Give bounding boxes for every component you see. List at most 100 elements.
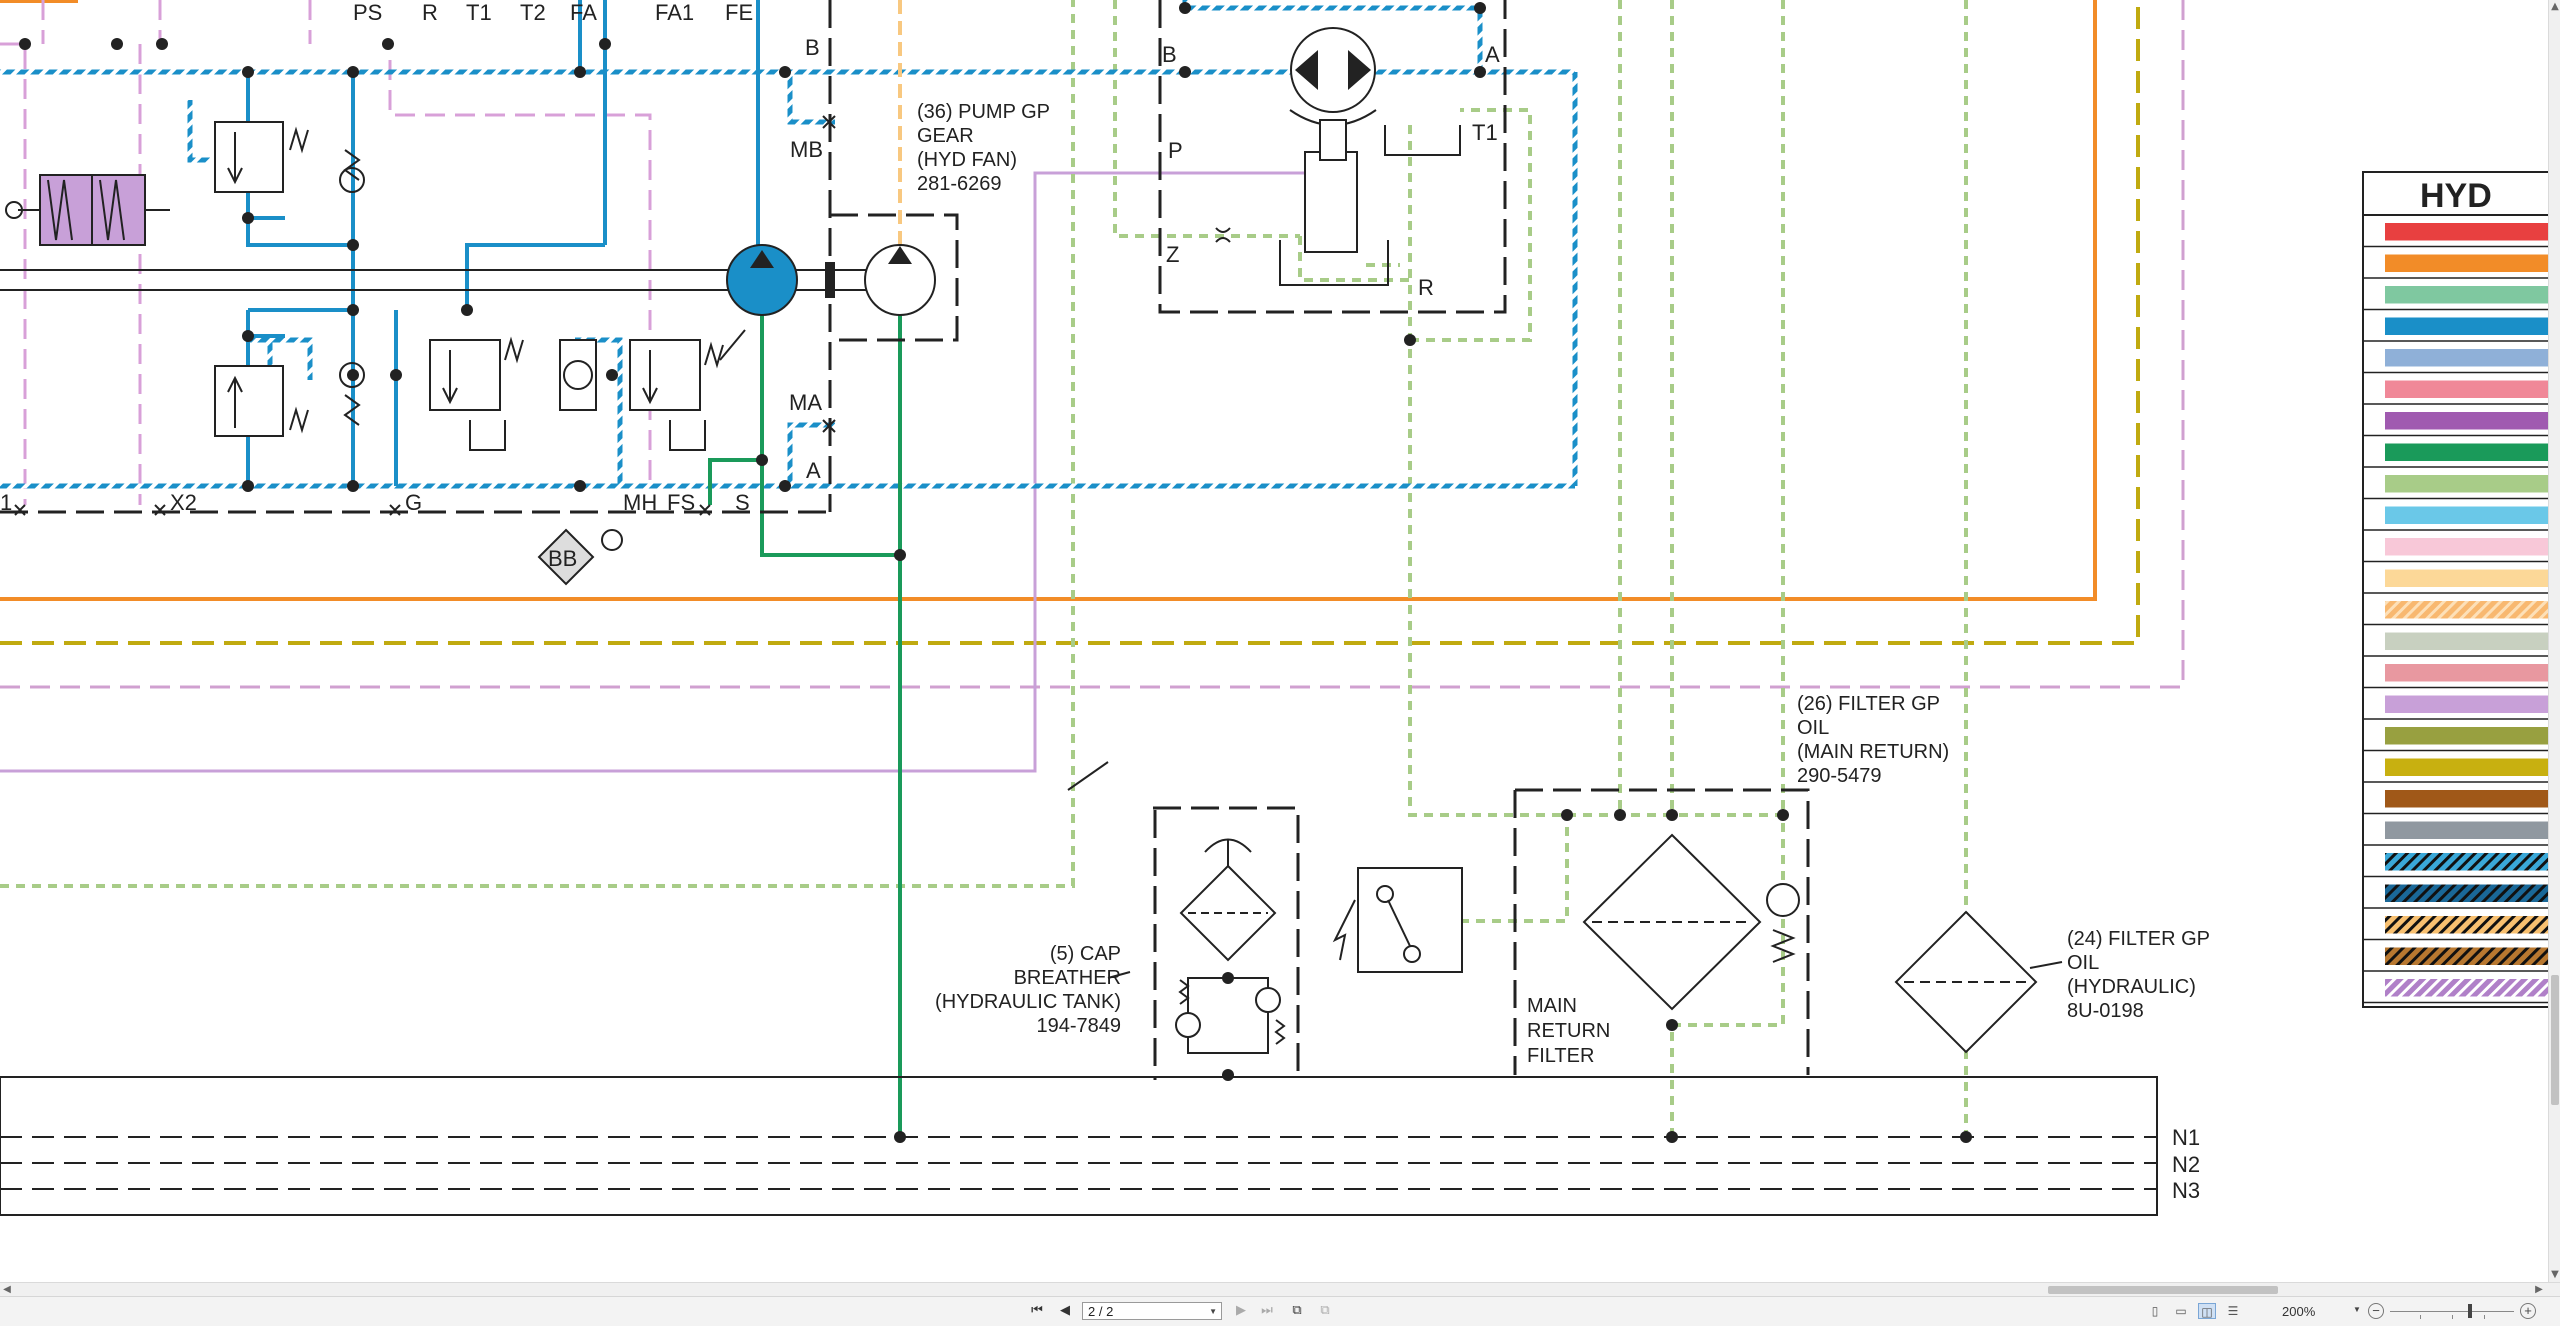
horizontal-scroll-thumb[interactable] — [2048, 1286, 2278, 1294]
svg-text:MB: MB — [790, 137, 823, 162]
copy-icon[interactable]: ⧉ — [1288, 1302, 1306, 1320]
zoom-in-icon[interactable]: + — [2520, 1303, 2536, 1319]
svg-text:R: R — [422, 0, 438, 25]
svg-text:S: S — [735, 490, 750, 515]
vertical-scrollbar[interactable]: ▲ ▼ — [2548, 0, 2560, 1282]
zoom-tick — [2420, 1315, 2421, 1319]
legend-swatch — [2385, 601, 2548, 619]
legend-title: HYD — [2420, 177, 2492, 215]
svg-text:290-5479: 290-5479 — [1797, 765, 1882, 787]
svg-text:GEAR: GEAR — [917, 125, 974, 147]
first-page-icon[interactable]: ⏮ — [1028, 1302, 1046, 1320]
legend-swatch — [2385, 695, 2548, 713]
svg-text:(HYDRAULIC): (HYDRAULIC) — [2067, 976, 2196, 998]
legend-swatch — [2385, 916, 2548, 934]
viewer-statusbar: ⏮ ◀ 2 / 2 ▼ ▶ ⏭ ⧉ ⧉ ▯ ▭ ◫ ☰ 200% ▼ − + — [0, 1296, 2560, 1326]
legend-swatch — [2385, 380, 2548, 398]
hydraulic-schematic: PS R T1 T2 FA FA1 FE B MB MA A 1 X2 G MH… — [0, 0, 2548, 1216]
page-number-value: 2 / 2 — [1088, 1304, 1114, 1319]
svg-text:T2: T2 — [520, 0, 546, 25]
svg-text:FE: FE — [725, 0, 753, 25]
legend-swatch — [2385, 286, 2548, 304]
legend-swatch — [2385, 979, 2548, 997]
legend-swatch — [2385, 317, 2548, 335]
hydraulic-legend: HYD — [2362, 171, 2548, 1008]
svg-text:B: B — [1162, 42, 1177, 67]
legend-swatch — [2385, 443, 2548, 461]
zoom-tick — [2484, 1315, 2485, 1319]
scroll-left-icon[interactable]: ◀ — [0, 1283, 14, 1297]
zoom-out-icon[interactable]: − — [2368, 1303, 2384, 1319]
svg-text:MA: MA — [789, 390, 822, 415]
svg-text:(MAIN RETURN): (MAIN RETURN) — [1797, 741, 1949, 763]
legend-swatch — [2385, 569, 2548, 587]
legend-swatch — [2385, 632, 2548, 650]
legend-swatch — [2385, 947, 2548, 965]
zoom-level[interactable]: 200% — [2282, 1304, 2315, 1319]
svg-text:FA: FA — [570, 0, 597, 25]
legend-swatch — [2385, 664, 2548, 682]
legend-swatch — [2385, 412, 2548, 430]
svg-text:FILTER: FILTER — [1527, 1045, 1594, 1067]
zoom-dropdown-icon[interactable]: ▼ — [2353, 1305, 2361, 1314]
svg-text:Z: Z — [1166, 242, 1179, 267]
svg-text:MH: MH — [623, 490, 657, 515]
legend-swatch — [2385, 223, 2548, 241]
legend-swatch — [2385, 790, 2548, 808]
filter-main-ref: (26) FILTER GP — [1797, 693, 1940, 715]
prev-page-icon[interactable]: ◀ — [1056, 1302, 1074, 1320]
scroll-pages-view-icon[interactable]: ☰ — [2224, 1303, 2242, 1319]
legend-swatch — [2385, 758, 2548, 776]
filter-hyd-ref: (24) FILTER GP — [2067, 928, 2210, 950]
svg-text:FA1: FA1 — [655, 0, 694, 25]
svg-text:RETURN: RETURN — [1527, 1020, 1610, 1042]
last-page-icon[interactable]: ⏭ — [1258, 1302, 1276, 1320]
cap-breather-ref: (5) CAP — [1050, 943, 1121, 965]
svg-text:A: A — [1485, 42, 1500, 67]
svg-text:N2: N2 — [2172, 1152, 2200, 1177]
legend-swatch — [2385, 538, 2548, 556]
two-page-view-icon[interactable]: ◫ — [2198, 1303, 2216, 1319]
pump-fan-ref: (36) PUMP GP — [917, 101, 1050, 123]
legend-swatch — [2385, 884, 2548, 902]
document-viewport[interactable]: PS R T1 T2 FA FA1 FE B MB MA A 1 X2 G MH… — [0, 0, 2548, 1282]
svg-text:BREATHER: BREATHER — [1014, 967, 1121, 989]
scroll-down-icon[interactable]: ▼ — [2549, 1268, 2560, 1282]
zoom-slider-track[interactable] — [2390, 1311, 2514, 1312]
svg-text:1: 1 — [0, 490, 12, 515]
paste-icon[interactable]: ⧉ — [1316, 1302, 1334, 1320]
svg-text:OIL: OIL — [2067, 952, 2099, 974]
svg-text:8U-0198: 8U-0198 — [2067, 1000, 2144, 1022]
svg-text:194-7849: 194-7849 — [1036, 1015, 1121, 1037]
chevron-down-icon[interactable]: ▼ — [1209, 1303, 1217, 1321]
svg-text:FS: FS — [667, 490, 695, 515]
legend-swatch — [2385, 254, 2548, 272]
svg-text:X2: X2 — [170, 490, 197, 515]
svg-text:T1: T1 — [1472, 120, 1498, 145]
horizontal-scrollbar[interactable]: ◀ ▶ — [0, 1282, 2560, 1297]
legend-swatch — [2385, 475, 2548, 493]
continuous-view-icon[interactable]: ▭ — [2172, 1303, 2190, 1319]
page-number-field[interactable]: 2 / 2 ▼ — [1082, 1302, 1222, 1320]
svg-text:P: P — [1168, 138, 1183, 163]
legend-swatch — [2385, 853, 2548, 871]
svg-text:(HYDRAULIC TANK): (HYDRAULIC TANK) — [935, 991, 1121, 1013]
scroll-up-icon[interactable]: ▲ — [2549, 0, 2560, 14]
svg-text:(HYD FAN): (HYD FAN) — [917, 149, 1017, 171]
single-page-view-icon[interactable]: ▯ — [2146, 1303, 2164, 1319]
svg-text:G: G — [405, 490, 422, 515]
vertical-scroll-thumb[interactable] — [2551, 975, 2559, 1105]
legend-swatch — [2385, 349, 2548, 367]
svg-text:T1: T1 — [466, 0, 492, 25]
svg-text:R: R — [1418, 275, 1434, 300]
port-label-top: PS — [353, 0, 382, 25]
next-page-icon[interactable]: ▶ — [1232, 1302, 1250, 1320]
scroll-right-icon[interactable]: ▶ — [2532, 1283, 2546, 1297]
svg-text:N1: N1 — [2172, 1125, 2200, 1150]
svg-text:N3: N3 — [2172, 1178, 2200, 1203]
zoom-tick — [2452, 1315, 2453, 1319]
svg-text:281-6269: 281-6269 — [917, 173, 1002, 195]
svg-text:B: B — [805, 35, 820, 60]
legend-swatch — [2385, 506, 2548, 524]
zoom-slider-handle[interactable] — [2468, 1304, 2472, 1318]
